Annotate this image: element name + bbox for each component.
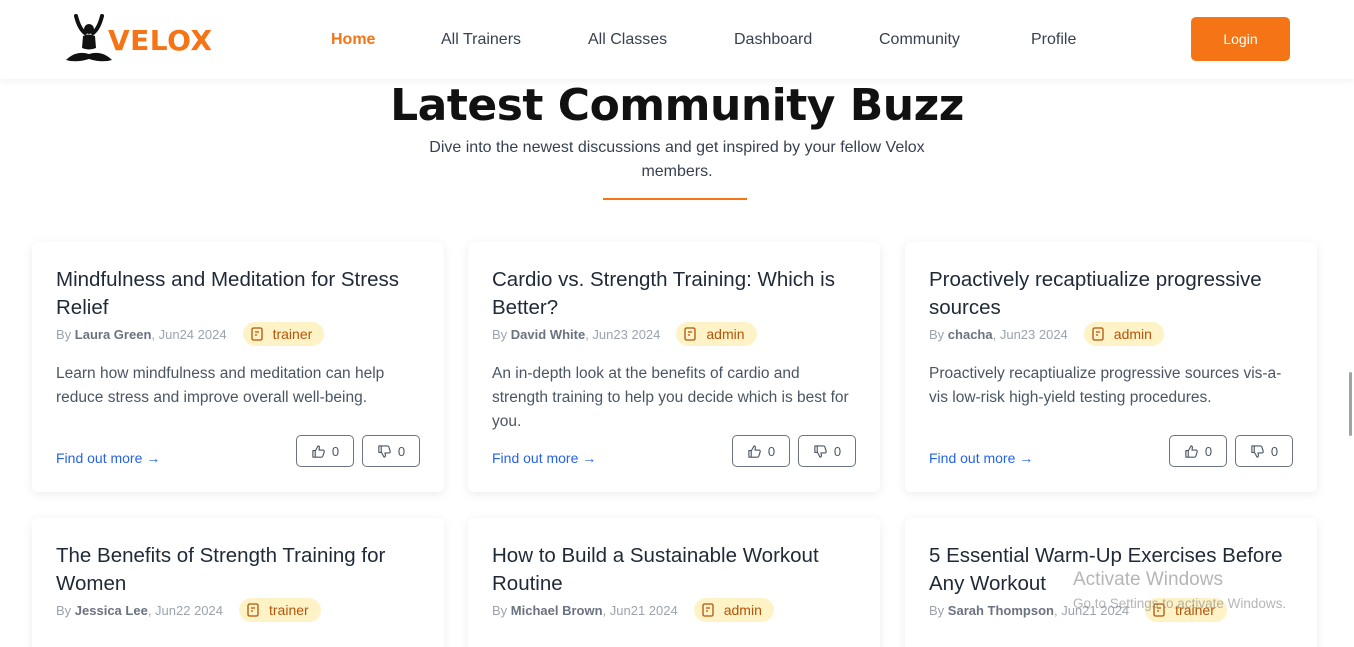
post-author: Michael Brown bbox=[510, 602, 603, 618]
post-date: , Jun21 2024 bbox=[602, 602, 678, 618]
post-date: , Jun23 2024 bbox=[992, 326, 1068, 342]
thumbs-down-icon bbox=[1251, 444, 1264, 458]
upvote-button[interactable]: 0 bbox=[732, 435, 790, 467]
role-badge: trainer bbox=[239, 598, 321, 622]
nav-all-classes[interactable]: All Classes bbox=[588, 29, 667, 51]
upvote-button[interactable]: 0 bbox=[296, 435, 354, 467]
thumbs-up-icon bbox=[748, 444, 761, 458]
upvote-count: 0 bbox=[1204, 443, 1213, 459]
doc-icon bbox=[247, 603, 259, 617]
post-card: Cardio vs. Strength Training: Which is B… bbox=[468, 242, 880, 492]
by-label: By bbox=[492, 326, 508, 342]
downvote-count: 0 bbox=[1270, 443, 1279, 459]
doc-icon bbox=[250, 327, 263, 341]
find-out-more-link[interactable]: Find out more → bbox=[492, 450, 596, 466]
downvote-button[interactable]: 0 bbox=[798, 435, 856, 467]
role-badge: trainer bbox=[242, 322, 325, 346]
downvote-button[interactable]: 0 bbox=[1235, 435, 1293, 467]
by-label: By bbox=[56, 326, 72, 342]
section-subtitle: Dive into the newest discussions and get… bbox=[429, 139, 925, 180]
thumbs-up-icon bbox=[312, 444, 325, 458]
watermark-subtitle: Go to Settings to activate Windows. bbox=[1073, 596, 1287, 611]
nav-all-trainers[interactable]: All Trainers bbox=[441, 29, 521, 51]
post-title[interactable]: The Benefits of Strength Training for Wo… bbox=[56, 542, 426, 598]
post-author: David White bbox=[510, 326, 586, 342]
thumbs-down-icon bbox=[378, 444, 391, 458]
role-label: admin bbox=[723, 602, 762, 618]
by-label: By bbox=[492, 602, 508, 618]
post-author: Jessica Lee bbox=[74, 602, 148, 618]
post-card: Mindfulness and Meditation for Stress Re… bbox=[32, 242, 444, 492]
post-excerpt: Proactively recaptiualize progressive so… bbox=[929, 365, 1282, 406]
downvote-count: 0 bbox=[397, 443, 406, 459]
post-date: , Jun22 2024 bbox=[147, 602, 223, 618]
role-label: admin bbox=[1113, 326, 1152, 342]
post-meta: By Jessica Lee, Jun22 2024 trainer bbox=[56, 598, 321, 622]
post-excerpt: An in-depth look at the benefits of card… bbox=[492, 365, 849, 430]
post-author: chacha bbox=[947, 326, 993, 342]
post-date: , Jun24 2024 bbox=[151, 326, 227, 342]
nav-profile[interactable]: Profile bbox=[1031, 29, 1076, 51]
post-meta: By Laura Green, Jun24 2024 trainer bbox=[56, 322, 325, 346]
section-title: Latest Community Buzz bbox=[390, 80, 964, 131]
post-meta: By David White, Jun23 2024 admin bbox=[492, 322, 757, 346]
role-label: trainer bbox=[269, 602, 309, 618]
post-card: How to Build a Sustainable Workout Routi… bbox=[468, 518, 880, 647]
doc-icon bbox=[702, 603, 714, 617]
upvote-count: 0 bbox=[767, 443, 776, 459]
post-card: The Benefits of Strength Training for Wo… bbox=[32, 518, 444, 647]
find-out-more-link[interactable]: Find out more → bbox=[929, 450, 1033, 466]
nav-dashboard[interactable]: Dashboard bbox=[734, 29, 812, 51]
role-label: trainer bbox=[272, 326, 313, 342]
role-badge: admin bbox=[676, 322, 757, 346]
watermark-title: Activate Windows bbox=[1073, 569, 1223, 590]
nav-community[interactable]: Community bbox=[879, 29, 960, 51]
activate-windows-watermark: Activate Windows Go to Settings to activ… bbox=[1073, 568, 1286, 613]
scrollbar-thumb[interactable] bbox=[1349, 372, 1352, 436]
post-meta: By Michael Brown, Jun21 2024 admin bbox=[492, 598, 774, 622]
doc-icon bbox=[684, 327, 697, 341]
post-excerpt: Learn how mindfulness and meditation can… bbox=[56, 365, 385, 406]
find-out-more-link[interactable]: Find out more → bbox=[56, 450, 160, 466]
post-title[interactable]: How to Build a Sustainable Workout Routi… bbox=[492, 542, 862, 598]
post-author: Sarah Thompson bbox=[947, 602, 1054, 618]
login-button[interactable]: Login bbox=[1191, 17, 1290, 61]
role-badge: admin bbox=[693, 598, 774, 622]
role-badge: admin bbox=[1083, 322, 1164, 346]
by-label: By bbox=[929, 326, 945, 342]
post-title[interactable]: Mindfulness and Meditation for Stress Re… bbox=[56, 266, 426, 322]
upvote-button[interactable]: 0 bbox=[1169, 435, 1227, 467]
post-title[interactable]: Cardio vs. Strength Training: Which is B… bbox=[492, 266, 862, 322]
post-date: , Jun23 2024 bbox=[585, 326, 661, 342]
downvote-count: 0 bbox=[833, 443, 842, 459]
title-divider bbox=[603, 198, 747, 200]
thumbs-down-icon bbox=[814, 444, 827, 458]
role-label: admin bbox=[706, 326, 745, 342]
upvote-count: 0 bbox=[331, 443, 340, 459]
post-card: Proactively recaptiualize progressive so… bbox=[905, 242, 1317, 492]
thumbs-up-icon bbox=[1185, 444, 1198, 458]
by-label: By bbox=[929, 602, 945, 618]
nav-home[interactable]: Home bbox=[331, 29, 375, 51]
doc-icon bbox=[1092, 327, 1104, 341]
post-title[interactable]: Proactively recaptiualize progressive so… bbox=[929, 266, 1299, 322]
downvote-button[interactable]: 0 bbox=[362, 435, 420, 467]
post-meta: By chacha, Jun23 2024 admin bbox=[929, 322, 1164, 346]
by-label: By bbox=[56, 602, 72, 618]
post-author: Laura Green bbox=[74, 326, 152, 342]
navbar: VELOX Home All Trainers All Classes Dash… bbox=[0, 0, 1354, 79]
